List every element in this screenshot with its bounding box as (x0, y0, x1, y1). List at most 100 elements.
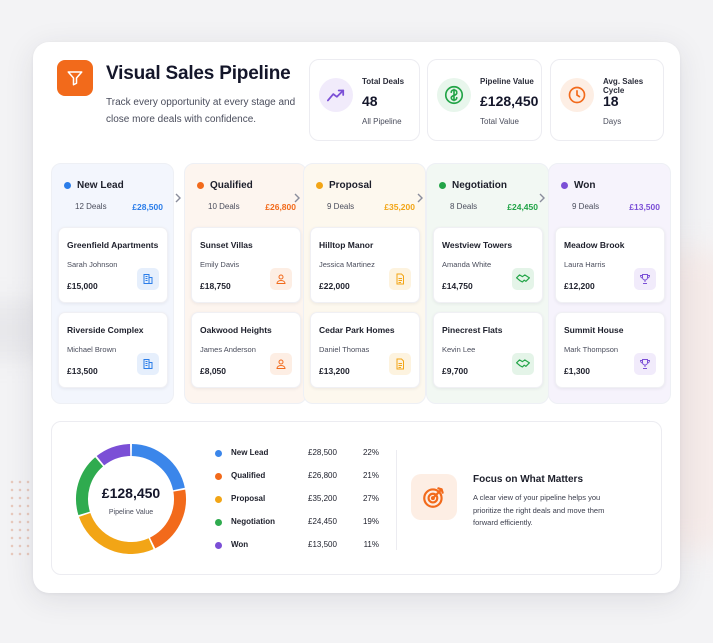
kpi-sub: Days (603, 117, 622, 126)
pound-circle-icon (437, 78, 471, 112)
deal-contact: Amanda White (442, 260, 492, 269)
stage-header: Proposal (316, 180, 372, 191)
deal-name: Greenfield Apartments (67, 240, 159, 250)
stage-amount: £24,450 (507, 202, 538, 212)
legend-percent: 27% (362, 494, 379, 503)
legend-dot (215, 473, 222, 480)
page-subtitle: Track every opportunity at every stage a… (106, 97, 296, 125)
deal-name: Hilltop Manor (319, 240, 374, 250)
legend-row: New Lead £28,500 22% (215, 447, 379, 461)
stage-header: Negotiation (439, 180, 507, 191)
deal-name: Westview Towers (442, 240, 513, 250)
kpi-sub: Total Value (480, 117, 519, 126)
deal-name: Cedar Park Homes (319, 325, 395, 335)
stage-amount: £28,500 (132, 202, 163, 212)
deal-card[interactable]: Greenfield Apartments Sarah Johnson £15,… (58, 227, 168, 303)
donut-total: £128,450 (101, 485, 161, 501)
kpi-avg-sales-cycle: Avg. Sales Cycle 18 Days (550, 59, 664, 141)
legend-row: Won £13,500 11% (215, 539, 379, 553)
legend-value: £28,500 (308, 448, 337, 457)
deal-card[interactable]: Pinecrest Flats Kevin Lee £9,700 (433, 312, 543, 388)
kpi-label: Pipeline Value (480, 77, 534, 86)
deal-card[interactable]: Meadow Brook Laura Harris £12,200 (555, 227, 665, 303)
deal-card[interactable]: Cedar Park Homes Daniel Thomas £13,200 (310, 312, 420, 388)
deal-card[interactable]: Hilltop Manor Jessica Martinez £22,000 (310, 227, 420, 303)
legend-value: £35,200 (308, 494, 337, 503)
deal-name: Pinecrest Flats (442, 325, 503, 335)
legend-name: Qualified (231, 471, 266, 480)
trend-line-icon (319, 78, 353, 112)
deal-card[interactable]: Riverside Complex Michael Brown £13,500 (58, 312, 168, 388)
target-arrow-icon (411, 474, 457, 520)
deal-contact: James Anderson (200, 345, 256, 354)
deal-name: Summit House (564, 325, 624, 335)
kpi-value: 48 (362, 93, 378, 109)
deal-value: £15,000 (67, 281, 98, 291)
stage-name: Negotiation (452, 180, 507, 191)
stage-dot (64, 182, 71, 189)
donut-slice-won (96, 444, 131, 466)
divider (396, 450, 397, 550)
deal-card[interactable]: Westview Towers Amanda White £14,750 (433, 227, 543, 303)
pipeline-summary: £128,450 Pipeline Value New Lead £28,500… (51, 421, 662, 575)
deal-contact: Laura Harris (564, 260, 606, 269)
stage-column-won: Won 9 Deals £13,500 Meadow Brook Laura H… (548, 163, 671, 404)
legend-value: £26,800 (308, 471, 337, 480)
deal-value: £13,200 (319, 366, 350, 376)
legend-percent: 11% (363, 540, 379, 549)
legend-name: Won (231, 540, 249, 549)
deal-value: £13,500 (67, 366, 98, 376)
building-icon (137, 353, 159, 375)
handshake-icon (512, 268, 534, 290)
legend-percent: 19% (362, 517, 379, 526)
person-icon (270, 268, 292, 290)
chevron-right-icon (175, 193, 183, 203)
stage-amount: £35,200 (384, 202, 415, 212)
stage-column-new-lead: New Lead 12 Deals £28,500 Greenfield Apa… (51, 163, 174, 404)
focus-title: Focus on What Matters (473, 474, 584, 485)
stage-amount: £26,800 (265, 202, 296, 212)
clock-icon (560, 78, 594, 112)
kpi-label: Total Deals (362, 77, 405, 86)
chevron-right-icon (417, 193, 425, 203)
stage-header: New Lead (64, 180, 124, 191)
stage-deal-count: 9 Deals (572, 202, 600, 211)
stage-name: Proposal (329, 180, 372, 191)
legend-percent: 22% (362, 448, 379, 457)
stage-deal-count: 10 Deals (208, 202, 240, 211)
deal-name: Riverside Complex (67, 325, 144, 335)
legend-dot (215, 519, 222, 526)
stage-amount: £13,500 (629, 202, 660, 212)
deal-value: £14,750 (442, 281, 473, 291)
deal-card[interactable]: Summit House Mark Thompson £1,300 (555, 312, 665, 388)
donut-label: Pipeline Value (108, 509, 154, 516)
building-icon (137, 268, 159, 290)
deal-contact: Jessica Martinez (319, 260, 375, 269)
deal-name: Meadow Brook (564, 240, 625, 250)
handshake-icon (512, 353, 534, 375)
kpi-value: 18 (603, 93, 619, 109)
legend-dot (215, 542, 222, 549)
chevron-right-icon (539, 193, 547, 203)
deal-value: £12,200 (564, 281, 595, 291)
stage-dot (561, 182, 568, 189)
stage-name: Qualified (210, 180, 253, 191)
deal-value: £9,700 (442, 366, 468, 376)
legend-row: Negotiation £24,450 19% (215, 516, 379, 530)
legend-dot (215, 496, 222, 503)
stage-column-negotiation: Negotiation 8 Deals £24,450 Westview Tow… (426, 163, 549, 404)
legend-dot (215, 450, 222, 457)
deal-value: £22,000 (319, 281, 350, 291)
legend-value: £13,500 (308, 540, 337, 549)
stage-header: Qualified (197, 180, 253, 191)
focus-text: A clear view of your pipeline helps you … (473, 493, 605, 527)
deal-card[interactable]: Oakwood Heights James Anderson £8,050 (191, 312, 301, 388)
kpi-total-deals: Total Deals 48 All Pipeline (309, 59, 420, 141)
stage-deal-count: 8 Deals (450, 202, 478, 211)
stage-column-qualified: Qualified 10 Deals £26,800 Sunset Villas… (184, 163, 307, 404)
legend-name: New Lead (231, 448, 269, 457)
chevron-right-icon (294, 193, 302, 203)
deal-name: Oakwood Heights (200, 325, 272, 335)
deal-card[interactable]: Sunset Villas Emily Davis £18,750 (191, 227, 301, 303)
legend-row: Proposal £35,200 27% (215, 493, 379, 507)
